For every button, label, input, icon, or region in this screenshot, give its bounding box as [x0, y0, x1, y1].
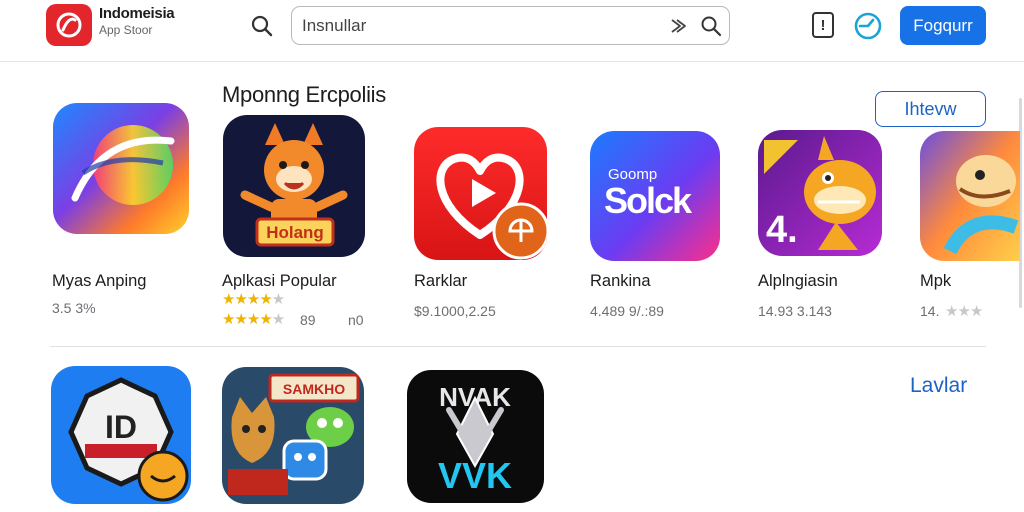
heart-play-icon[interactable] — [414, 127, 547, 260]
section-divider — [50, 346, 986, 347]
app-name[interactable]: Alplngiasin — [758, 272, 838, 291]
app-name[interactable]: Mpk — [920, 272, 951, 291]
app-meta: 3.5 3% — [52, 300, 96, 316]
app-meta: 89 — [300, 312, 316, 328]
app-store-logo-icon[interactable] — [46, 4, 92, 46]
search-submit-icon[interactable] — [700, 15, 722, 37]
app-meta: 14.93 3.143 — [758, 303, 832, 319]
app-meta: 4.489 9/.:89 — [590, 303, 664, 319]
primary-button[interactable]: Fogqurr — [900, 6, 986, 45]
app-icon-label: SAMKHO — [283, 381, 345, 397]
brand-name: Indomeisia — [99, 5, 175, 22]
arrow-icon[interactable] — [668, 16, 688, 36]
rating-stars: ★★★★★ — [222, 291, 285, 308]
brand: Indomeisia App Stoor — [99, 5, 175, 37]
clock-icon[interactable] — [852, 10, 884, 42]
rating-stars-secondary: ★★★★★ — [222, 311, 285, 328]
search-input[interactable] — [302, 14, 652, 38]
app-name[interactable]: Myas Anping — [52, 272, 146, 291]
alert-icon[interactable]: ! — [812, 12, 834, 38]
app-icon-id[interactable]: ID — [51, 366, 191, 504]
section-title: Mponng Ercpoliis — [222, 82, 386, 107]
app-icon-mpk[interactable] — [920, 131, 1020, 261]
app-icon-samkho[interactable]: SAMKHO — [222, 367, 364, 504]
search-button[interactable] — [246, 10, 278, 42]
app-meta: $9.1000,2.25 — [414, 303, 496, 319]
app-name[interactable]: Rarklar — [414, 272, 467, 291]
app-meta-secondary: n0 — [348, 312, 364, 328]
app-meta: 14. — [920, 303, 940, 319]
app-icon-alplngiasin[interactable]: 4. — [758, 130, 882, 256]
app-icon-label: Holang — [266, 223, 324, 242]
app-icon-vvk[interactable]: NVAK VVK — [407, 370, 544, 503]
brand-subtitle: App Stoor — [99, 23, 153, 37]
search-field[interactable] — [291, 6, 730, 45]
rating-stars: ★★★ — [945, 303, 983, 320]
app-icon-label: ID — [105, 409, 137, 445]
search-icon — [251, 15, 273, 37]
app-name[interactable]: Aplkasi Popular — [222, 272, 337, 291]
top-header: Indomeisia App Stoor ! Fogqurr — [0, 0, 1024, 62]
app-icon-rankina[interactable]: Goomp Solck — [590, 131, 720, 261]
app-icon-label: VVK — [438, 455, 512, 496]
see-more-link[interactable]: Lavlar — [910, 374, 967, 398]
view-all-button[interactable]: Ihtevw — [875, 91, 986, 127]
app-icon-label: Solck — [604, 180, 693, 221]
app-icon-myas-anping[interactable] — [53, 103, 189, 234]
app-icon-aplkasi-popular[interactable]: Holang — [223, 115, 365, 257]
app-icon-label: 4. — [766, 209, 798, 251]
app-name[interactable]: Rankina — [590, 272, 651, 291]
